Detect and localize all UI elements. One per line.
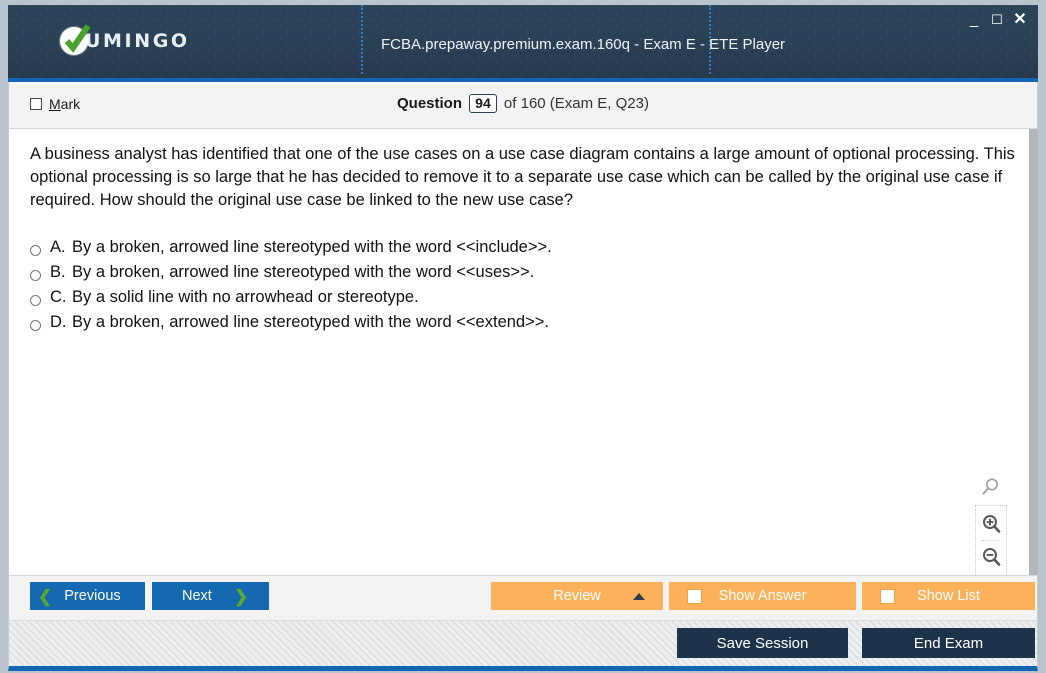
previous-button[interactable]: ❮ Previous <box>30 582 145 610</box>
answer-option-d[interactable]: D. By a broken, arrowed line stereotyped… <box>30 313 552 332</box>
radio-button-b[interactable] <box>30 270 41 281</box>
question-counter: Question 94 of 160 (Exam E, Q23) <box>9 94 1037 113</box>
chevron-right-icon: ❯ <box>233 586 249 606</box>
show-list-button[interactable]: Show List <box>862 582 1035 610</box>
answer-option-c[interactable]: C. By a solid line with no arrowhead or … <box>30 288 552 307</box>
radio-button-a[interactable] <box>30 245 41 256</box>
answer-option-b[interactable]: B. By a broken, arrowed line stereotyped… <box>30 263 552 282</box>
next-button-label: Next <box>182 588 212 604</box>
app-window: UMINGO FCBA.prepaway.premium.exam.160q -… <box>0 0 1046 673</box>
option-text-c: By a solid line with no arrowhead or ste… <box>72 288 419 306</box>
minimize-icon[interactable]: _ <box>964 9 984 30</box>
option-text-a: By a broken, arrowed line stereotyped wi… <box>72 238 552 256</box>
chevron-left-icon: ❮ <box>38 586 53 606</box>
show-list-checkbox-icon <box>880 588 895 604</box>
vumingo-logo: UMINGO <box>60 24 190 55</box>
show-answer-button[interactable]: Show Answer <box>669 582 856 610</box>
show-answer-label: Show Answer <box>718 588 807 604</box>
window-title: FCBA.prepaway.premium.exam.160q - Exam E… <box>381 36 786 53</box>
option-text-d: By a broken, arrowed line stereotyped wi… <box>72 313 549 331</box>
question-word: Question <box>396 95 462 112</box>
next-button[interactable]: Next ❯ <box>152 582 269 610</box>
option-letter-a: A. <box>50 238 66 256</box>
question-of-text: of 160 (Exam E, Q23) <box>503 95 649 112</box>
zoom-tools <box>975 477 1007 575</box>
magnifier-icon[interactable] <box>975 477 1007 497</box>
chevron-up-icon <box>633 592 645 600</box>
zoom-panel <box>975 505 1007 575</box>
show-answer-checkbox-icon <box>687 588 702 604</box>
navigation-button-bar: ❮ Previous Next ❯ Review Show Answer Sho… <box>8 575 1038 620</box>
radio-button-c[interactable] <box>30 295 41 306</box>
footer-bar: Save Session End Exam <box>8 620 1038 671</box>
review-button[interactable]: Review <box>491 582 663 610</box>
logo-text: UMINGO <box>85 30 190 52</box>
option-text-b: By a broken, arrowed line stereotyped wi… <box>72 263 535 281</box>
zoom-out-icon[interactable] <box>976 544 1006 571</box>
close-icon[interactable]: ✕ <box>1010 11 1030 29</box>
option-letter-d: D. <box>50 313 67 331</box>
question-number[interactable]: 94 <box>469 94 497 113</box>
previous-button-label: Previous <box>64 588 121 604</box>
zoom-panel-divider <box>982 540 1000 542</box>
question-header-bar: Mark Question 94 of 160 (Exam E, Q23) <box>8 82 1038 129</box>
show-list-label: Show List <box>917 588 980 604</box>
maximize-icon[interactable]: ☐ <box>987 11 1007 29</box>
answer-option-a[interactable]: A. By a broken, arrowed line stereotyped… <box>30 238 552 257</box>
titlebar-divider-left <box>361 5 363 74</box>
option-letter-c: C. <box>50 288 67 306</box>
check-circle-icon <box>60 24 91 55</box>
review-button-label: Review <box>553 588 601 604</box>
zoom-in-icon[interactable] <box>976 511 1006 538</box>
answer-options-list: A. By a broken, arrowed line stereotyped… <box>30 238 552 338</box>
title-bar: UMINGO FCBA.prepaway.premium.exam.160q -… <box>8 5 1038 82</box>
question-content-area: A business analyst has identified that o… <box>8 129 1038 575</box>
save-session-button[interactable]: Save Session <box>677 628 848 658</box>
option-letter-b: B. <box>50 263 66 281</box>
end-exam-button[interactable]: End Exam <box>862 628 1035 658</box>
radio-button-d[interactable] <box>30 320 41 331</box>
question-text: A business analyst has identified that o… <box>30 145 1015 209</box>
window-controls: _ ☐ ✕ <box>964 9 1030 30</box>
